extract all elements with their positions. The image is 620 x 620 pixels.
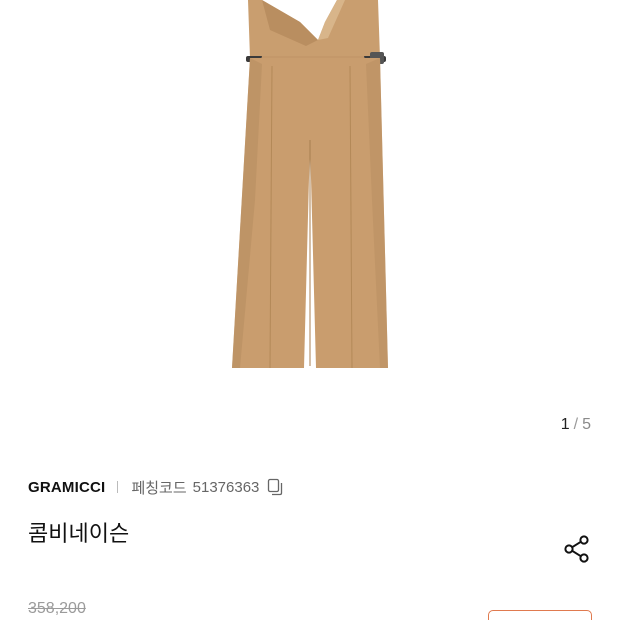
fetching-code-value: 51376363: [192, 478, 260, 496]
copy-icon[interactable]: [266, 478, 284, 496]
product-image-gallery[interactable]: 1/5: [0, 0, 620, 440]
pager-current: 1: [560, 416, 570, 433]
image-pager: 1/5: [561, 416, 591, 434]
action-button[interactable]: [488, 610, 592, 620]
pager-separator: /: [573, 416, 579, 433]
original-price: 358,200: [28, 600, 86, 617]
brand-name[interactable]: GRAMICCI: [28, 479, 105, 496]
fetching-code-label: 페칭코드: [131, 479, 187, 497]
product-meta: GRAMICCI 페칭코드 51376363: [28, 476, 284, 498]
product-title: 콤비네이슨: [28, 522, 130, 547]
product-image: [232, 0, 388, 369]
share-icon[interactable]: [562, 534, 592, 564]
meta-divider: [117, 481, 119, 493]
pager-total: 5: [582, 416, 591, 433]
